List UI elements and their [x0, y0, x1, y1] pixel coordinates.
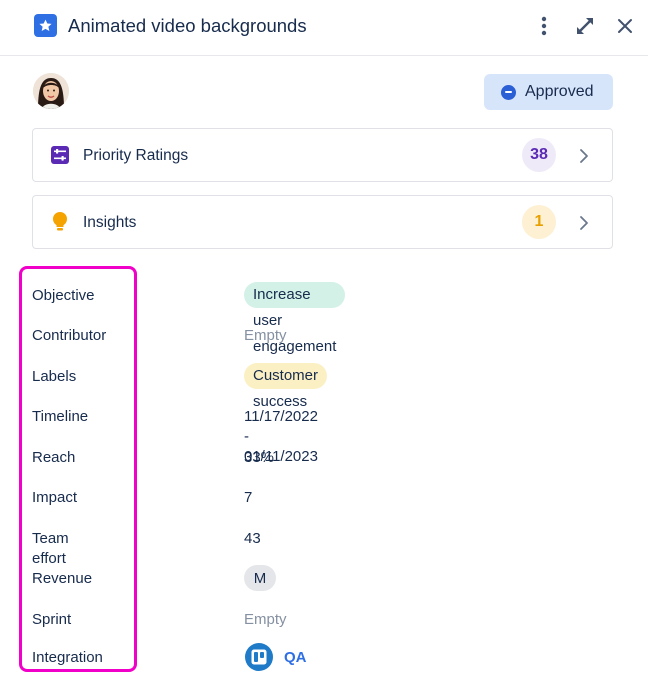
chevron-right-icon: [576, 146, 592, 166]
revenue-badge[interactable]: M: [244, 565, 276, 591]
labels-tag[interactable]: Customer success: [244, 363, 328, 410]
trello-icon: [245, 643, 273, 671]
status-label: Approved: [525, 83, 594, 100]
priority-ratings-label: Priority Ratings: [83, 147, 189, 164]
field-label-labels: Labels: [32, 368, 77, 385]
field-label-sprint: Sprint: [32, 611, 72, 628]
integration-link[interactable]: QA: [284, 648, 307, 668]
insights-count: 1: [522, 205, 556, 239]
insights-card[interactable]: Insights 1: [32, 195, 613, 249]
insights-label: Insights: [83, 214, 137, 231]
objective-tag[interactable]: Increase user engagement: [244, 282, 346, 355]
field-label-integration: Integration: [32, 649, 103, 666]
field-label-impact: Impact: [32, 489, 78, 506]
field-label-contributor: Contributor: [32, 327, 107, 344]
page-title: Animated video backgrounds: [68, 15, 307, 36]
field-label-team-effort: Team effort: [32, 530, 69, 567]
team-effort-value[interactable]: 43: [244, 529, 261, 549]
minus-circle-icon: [501, 84, 516, 100]
sliders-icon: [50, 145, 70, 165]
priority-ratings-card[interactable]: Priority Ratings 38: [32, 128, 613, 182]
field-label-revenue: Revenue: [32, 570, 93, 587]
avatar[interactable]: [33, 73, 69, 109]
more-vertical-icon[interactable]: [532, 14, 556, 38]
close-icon[interactable]: [613, 14, 637, 38]
priority-ratings-count: 38: [522, 138, 556, 172]
field-label-objective: Objective: [32, 287, 95, 304]
star-icon: [34, 14, 57, 37]
field-label-timeline: Timeline: [32, 408, 89, 425]
status-approved-button[interactable]: Approved: [484, 74, 613, 110]
lightbulb-icon: [50, 212, 70, 232]
contributor-value[interactable]: Empty: [244, 326, 287, 346]
field-label-reach: Reach: [32, 449, 76, 466]
sprint-value[interactable]: Empty: [244, 610, 287, 630]
panel-header: Animated video backgrounds: [0, 0, 648, 56]
chevron-right-icon: [576, 213, 592, 233]
reach-value[interactable]: 33%: [244, 448, 274, 468]
expand-icon[interactable]: [573, 14, 597, 38]
impact-value[interactable]: 7: [244, 488, 252, 508]
